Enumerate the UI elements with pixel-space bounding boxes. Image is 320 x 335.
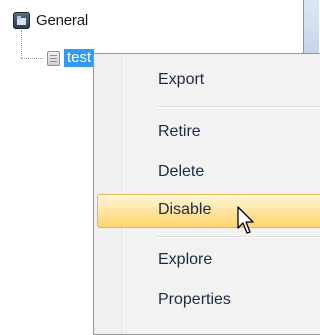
menu-item-label: Disable: [158, 201, 212, 218]
menu-item-delete[interactable]: Delete: [97, 160, 320, 186]
menu-item-label: Delete: [158, 163, 205, 180]
tree-node-general[interactable]: General: [13, 12, 88, 29]
menu-item-label: Export: [158, 71, 205, 88]
arrow-cursor-icon: [237, 206, 257, 241]
tree-node-label: General: [36, 12, 88, 29]
menu-item-retire[interactable]: Retire: [97, 120, 320, 146]
tree-connector: [21, 30, 22, 58]
menu-item-explore[interactable]: Explore: [97, 248, 320, 274]
document-icon: [47, 50, 60, 66]
tree-node-label-selected: test: [64, 49, 95, 67]
folder-app-icon: [13, 12, 30, 29]
menu-item-export[interactable]: Export: [97, 68, 320, 94]
menu-item-label: Retire: [158, 123, 201, 140]
menu-item-properties[interactable]: Properties: [97, 288, 320, 314]
tree-connector: [21, 58, 43, 59]
menu-item-label: Explore: [158, 251, 213, 268]
menu-item-label: Properties: [158, 291, 231, 308]
context-menu: Export Retire Delete Disable Explore Pro…: [93, 53, 320, 335]
menu-item-disable[interactable]: Disable: [97, 194, 320, 228]
tree-node-test[interactable]: test: [47, 49, 95, 67]
menu-separator: [156, 106, 320, 107]
